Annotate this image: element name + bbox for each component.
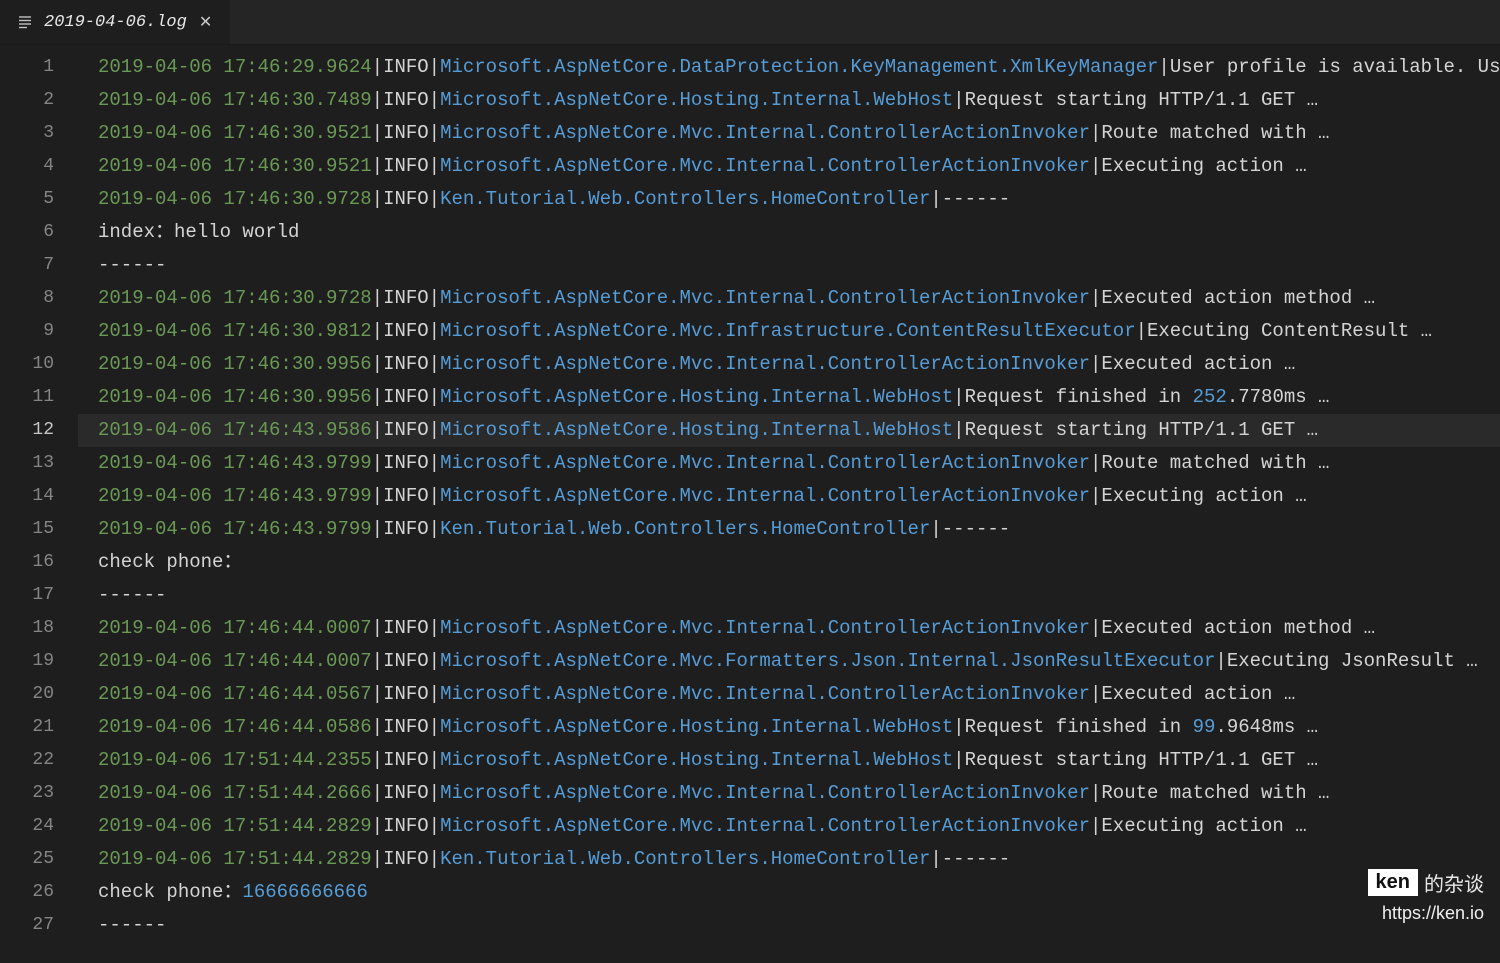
code-line[interactable]: ------ (78, 579, 1500, 612)
code-line[interactable]: 2019-04-06 17:46:44.0586|INFO|Microsoft.… (78, 711, 1500, 744)
code-line[interactable]: ------ (78, 249, 1500, 282)
code-line[interactable]: 2019-04-06 17:46:43.9799|INFO|Microsoft.… (78, 447, 1500, 480)
line-number: 17 (0, 579, 78, 612)
tab-title: 2019-04-06.log (44, 13, 187, 32)
line-number: 9 (0, 315, 78, 348)
code-area[interactable]: 2019-04-06 17:46:29.9624|INFO|Microsoft.… (78, 45, 1500, 963)
code-line[interactable]: check phone：16666666666 (78, 876, 1500, 909)
line-number-gutter: 1234567891011121314151617181920212223242… (0, 45, 78, 963)
line-number: 4 (0, 150, 78, 183)
code-line[interactable]: 2019-04-06 17:46:44.0007|INFO|Microsoft.… (78, 612, 1500, 645)
code-line[interactable]: 2019-04-06 17:51:44.2829|INFO|Microsoft.… (78, 810, 1500, 843)
file-icon (16, 13, 34, 31)
code-line[interactable]: 2019-04-06 17:46:29.9624|INFO|Microsoft.… (78, 51, 1500, 84)
line-number: 12 (0, 414, 78, 447)
code-line[interactable]: 2019-04-06 17:46:30.9728|INFO|Microsoft.… (78, 282, 1500, 315)
line-number: 27 (0, 909, 78, 942)
line-number: 2 (0, 84, 78, 117)
line-number: 22 (0, 744, 78, 777)
line-number: 10 (0, 348, 78, 381)
line-number: 19 (0, 645, 78, 678)
close-icon[interactable]: ✕ (197, 12, 214, 32)
line-number: 26 (0, 876, 78, 909)
line-number: 6 (0, 216, 78, 249)
line-number: 7 (0, 249, 78, 282)
line-number: 13 (0, 447, 78, 480)
code-line[interactable]: 2019-04-06 17:46:43.9586|INFO|Microsoft.… (78, 414, 1500, 447)
code-line[interactable]: 2019-04-06 17:51:44.2355|INFO|Microsoft.… (78, 744, 1500, 777)
code-line[interactable]: 2019-04-06 17:46:30.9521|INFO|Microsoft.… (78, 117, 1500, 150)
line-number: 25 (0, 843, 78, 876)
tab-bar: 2019-04-06.log ✕ (0, 0, 1500, 45)
code-line[interactable]: 2019-04-06 17:46:43.9799|INFO|Microsoft.… (78, 480, 1500, 513)
code-line[interactable]: 2019-04-06 17:51:44.2829|INFO|Ken.Tutori… (78, 843, 1500, 876)
line-number: 3 (0, 117, 78, 150)
code-line[interactable]: 2019-04-06 17:46:30.9956|INFO|Microsoft.… (78, 348, 1500, 381)
line-number: 20 (0, 678, 78, 711)
line-number: 14 (0, 480, 78, 513)
line-number: 16 (0, 546, 78, 579)
tab-logfile[interactable]: 2019-04-06.log ✕ (0, 0, 230, 44)
line-number: 24 (0, 810, 78, 843)
line-number: 15 (0, 513, 78, 546)
code-line[interactable]: 2019-04-06 17:46:30.7489|INFO|Microsoft.… (78, 84, 1500, 117)
line-number: 23 (0, 777, 78, 810)
line-number: 5 (0, 183, 78, 216)
line-number: 18 (0, 612, 78, 645)
code-line[interactable]: 2019-04-06 17:46:43.9799|INFO|Ken.Tutori… (78, 513, 1500, 546)
editor: 1234567891011121314151617181920212223242… (0, 45, 1500, 963)
code-line[interactable]: 2019-04-06 17:51:44.2666|INFO|Microsoft.… (78, 777, 1500, 810)
code-line[interactable]: ------ (78, 909, 1500, 942)
code-line[interactable]: 2019-04-06 17:46:44.0567|INFO|Microsoft.… (78, 678, 1500, 711)
line-number: 1 (0, 51, 78, 84)
line-number: 8 (0, 282, 78, 315)
code-line[interactable]: 2019-04-06 17:46:44.0007|INFO|Microsoft.… (78, 645, 1500, 678)
code-line[interactable]: 2019-04-06 17:46:30.9521|INFO|Microsoft.… (78, 150, 1500, 183)
code-line[interactable]: 2019-04-06 17:46:30.9728|INFO|Ken.Tutori… (78, 183, 1500, 216)
code-line[interactable]: 2019-04-06 17:46:30.9812|INFO|Microsoft.… (78, 315, 1500, 348)
code-line[interactable]: 2019-04-06 17:46:30.9956|INFO|Microsoft.… (78, 381, 1500, 414)
code-line[interactable]: index：hello world (78, 216, 1500, 249)
line-number: 11 (0, 381, 78, 414)
code-line[interactable]: check phone： (78, 546, 1500, 579)
line-number: 21 (0, 711, 78, 744)
